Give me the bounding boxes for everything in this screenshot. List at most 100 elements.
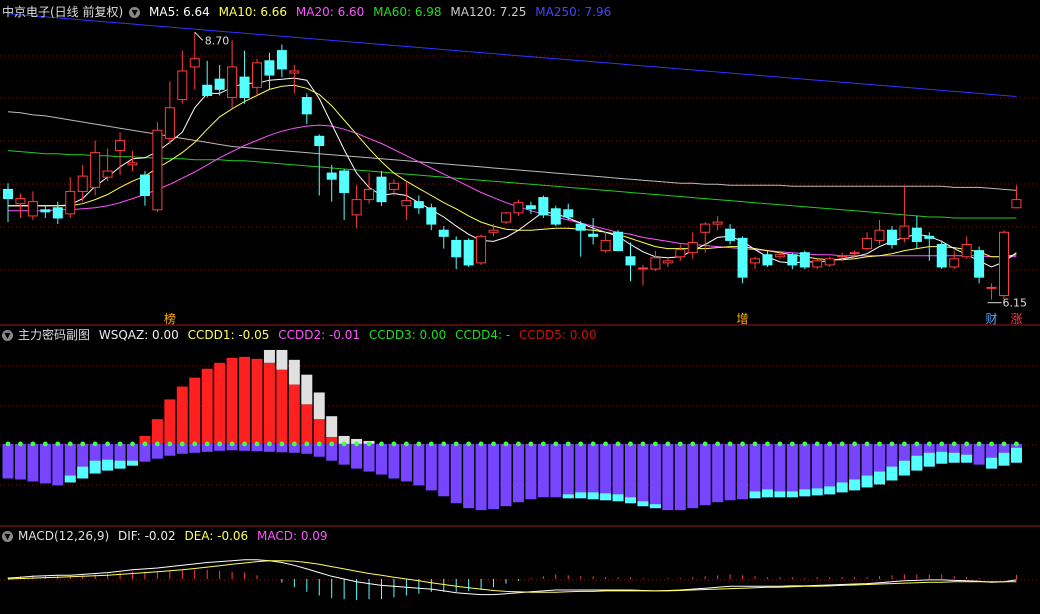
candle-body [625,256,636,266]
candle [563,203,574,221]
candle-body [463,239,474,266]
purple-bar [724,443,736,501]
candle [3,183,13,223]
zero-dot [18,441,23,447]
candle [376,171,387,206]
candle-body [115,139,126,152]
zero-dot [453,441,459,447]
indicator-title[interactable]: 主力密码副图 [18,328,90,342]
zero-dot [1001,441,1007,447]
candle [762,250,773,267]
candle-body [575,223,586,231]
candle-body [662,260,673,264]
dif-line [7,559,1017,596]
zero-dot [565,441,571,447]
purple-bar [450,443,462,504]
candle-body [214,78,225,90]
red-bar [201,368,213,444]
candle-body [924,235,935,239]
main-panel-header: 中京电子(日线 前复权) ▼ MA5: 6.64 MA10: 6.66 MA20:… [2,3,616,21]
candle [115,132,126,176]
macd-title[interactable]: MACD(12,26,9) [18,529,109,543]
purple-bar [699,443,711,506]
zero-dot [366,441,372,447]
candle [899,185,910,243]
purple-bar [737,443,749,500]
settings-icon[interactable]: ▼ [2,330,13,341]
low-price-label: 6.15 [1003,297,1028,310]
zero-dot [130,441,135,447]
zero-dot [105,441,110,447]
purple-bar [600,443,612,501]
cyan-bar [649,504,661,509]
price-panel [3,13,1022,303]
purple-bar [39,443,51,484]
cyan-bar [102,459,114,471]
zero-dot [789,441,795,447]
zero-dot [590,441,596,447]
zero-dot [889,441,895,447]
candle [575,221,586,257]
cyan-bar [575,492,587,499]
cyan-bar [77,466,89,479]
zero-dot [877,441,882,447]
purple-bar [512,443,524,503]
candle [301,93,312,125]
event-mark: 涨 [1010,311,1022,326]
cyan-bar [127,460,138,466]
candle [974,246,985,284]
zero-dot [665,441,671,447]
candle-body [451,239,462,258]
candle-body [650,257,661,270]
purple-bar [438,443,450,497]
candle-body [725,228,736,241]
zero-dot [677,441,683,447]
purple-bar [27,443,39,482]
candle-body [774,254,785,258]
candle-body [364,188,375,201]
candle [725,224,736,245]
candle [214,64,225,96]
zero-dot [5,441,11,447]
candle [986,283,997,300]
settings-icon[interactable]: ▼ [2,531,13,542]
purple-bar [749,443,761,499]
zero-dot [578,441,584,447]
zero-dot [926,441,932,447]
cyan-bar [637,501,649,507]
candle-body [152,129,163,211]
candle [1011,185,1022,209]
candle-body [812,260,823,268]
zero-dot [167,441,173,447]
zero-dot [540,441,546,447]
zero-dot [1014,441,1019,447]
red-bar [301,404,313,444]
zero-dot [814,441,820,447]
ma250-line [7,13,1017,97]
zero-dot [329,441,335,447]
zero-dot [155,441,160,447]
ccdd5-value: CCDD5: 0.00 [519,328,597,342]
candle [513,199,524,216]
stock-title[interactable]: 中京电子(日线 前复权) [2,5,123,19]
candle-body [401,200,412,207]
zero-dot [291,441,297,447]
purple-bar [388,443,400,479]
zero-dot [989,441,994,447]
red-bar [263,362,275,444]
white-bar [301,374,313,405]
candle [824,256,835,267]
zero-dot [379,441,384,447]
candle [550,205,561,227]
dea-value: DEA: -0.06 [184,529,249,543]
candle-body [227,66,238,99]
chevron-down-icon[interactable]: ▼ [129,7,141,18]
candle-body [3,188,13,200]
ccdd4-value: CCDD4: - [455,328,511,342]
candle-body [90,152,101,188]
purple-bar [338,443,350,465]
candle-body [252,62,262,88]
zero-dot [404,441,409,447]
candle [799,250,810,270]
purple-bar [575,443,587,499]
